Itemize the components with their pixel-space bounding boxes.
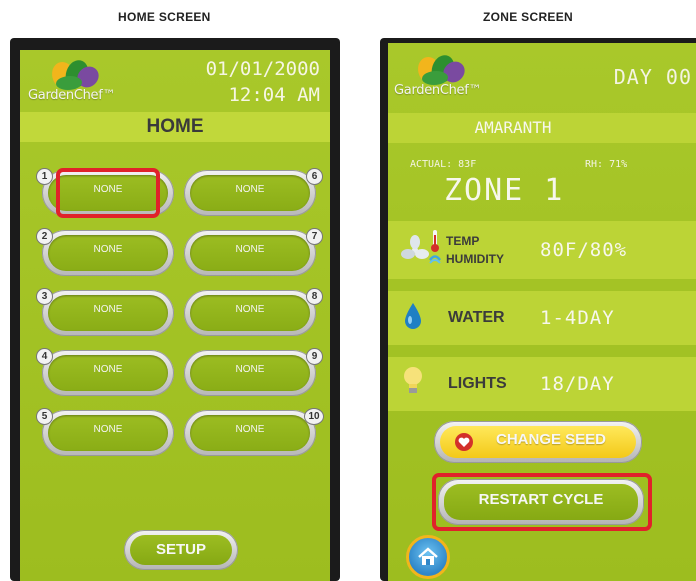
zone-number-badge: 6 bbox=[306, 168, 323, 185]
change-seed-button[interactable]: CHANGE SEED bbox=[434, 421, 642, 463]
zone-button-6[interactable]: NONE bbox=[184, 170, 316, 216]
home-screen-caption: HOME SCREEN bbox=[118, 10, 211, 24]
setup-button[interactable]: SETUP bbox=[124, 530, 238, 570]
day-counter: DAY 00 bbox=[613, 65, 692, 89]
water-drop-icon bbox=[405, 303, 421, 329]
date-text: 01/01/2000 bbox=[205, 58, 320, 80]
zone-number-badge: 9 bbox=[306, 348, 323, 365]
zone-device-frame: GardenChef™ DAY 00 AMARANTH ACTUAL: 83F … bbox=[380, 38, 696, 581]
zone-button-5[interactable]: NONE bbox=[42, 410, 174, 456]
zone-1-highlight bbox=[56, 168, 160, 218]
zone-number-badge: 3 bbox=[36, 288, 53, 305]
gardenchef-logo: GardenChef™ bbox=[26, 58, 136, 110]
restart-cycle-highlight bbox=[432, 473, 652, 531]
thermometer-icon bbox=[431, 230, 439, 252]
home-icon bbox=[418, 547, 438, 565]
zone-number-badge: 8 bbox=[306, 288, 323, 305]
plant-name: AMARANTH bbox=[474, 118, 552, 137]
zone-screen-caption: ZONE SCREEN bbox=[483, 10, 573, 24]
date-time-display: 01/01/2000 12:04 AM bbox=[206, 56, 320, 108]
water-value: 1-4DAY bbox=[540, 307, 615, 329]
light-bulb-icon bbox=[404, 367, 422, 393]
zone-number-badge: 1 bbox=[36, 168, 53, 185]
gardenchef-logo: GardenChef™ bbox=[392, 53, 502, 105]
zone-number-badge: 4 bbox=[36, 348, 53, 365]
water-label: WATER bbox=[448, 309, 505, 326]
zone-button-7[interactable]: NONE bbox=[184, 230, 316, 276]
actual-temperature: ACTUAL: 83F bbox=[410, 159, 477, 170]
relative-humidity: RH: 71% bbox=[585, 159, 628, 170]
zone-title: ZONE 1 bbox=[444, 173, 565, 208]
fan-icon bbox=[401, 235, 429, 259]
lights-label: LIGHTS bbox=[448, 375, 507, 392]
zone-button-9[interactable]: NONE bbox=[184, 350, 316, 396]
zone-button-2[interactable]: NONE bbox=[42, 230, 174, 276]
zone-number-badge: 2 bbox=[36, 228, 53, 245]
zone-button-4[interactable]: NONE bbox=[42, 350, 174, 396]
home-device-frame: GardenChef™ 01/01/2000 12:04 AM HOME NON… bbox=[10, 38, 340, 581]
zone-button-3[interactable]: NONE bbox=[42, 290, 174, 336]
lights-value: 18/DAY bbox=[540, 373, 615, 395]
humidity-icon bbox=[428, 255, 442, 264]
home-button[interactable] bbox=[406, 535, 450, 579]
temp-humidity-value: 80F/80% bbox=[540, 239, 628, 261]
zone-number-badge: 7 bbox=[306, 228, 323, 245]
time-text: 12:04 AM bbox=[228, 84, 320, 106]
home-screen: GardenChef™ 01/01/2000 12:04 AM HOME NON… bbox=[20, 50, 330, 581]
zone-number-badge: 5 bbox=[36, 408, 53, 425]
zone-number-badge: 10 bbox=[304, 408, 324, 425]
zone-button-10[interactable]: NONE bbox=[184, 410, 316, 456]
humidity-label: HUMIDITY bbox=[446, 252, 504, 266]
zone-screen: GardenChef™ DAY 00 AMARANTH ACTUAL: 83F … bbox=[388, 43, 696, 581]
temp-label: TEMP bbox=[446, 234, 480, 248]
zone-button-8[interactable]: NONE bbox=[184, 290, 316, 336]
page-title: HOME bbox=[146, 116, 204, 137]
